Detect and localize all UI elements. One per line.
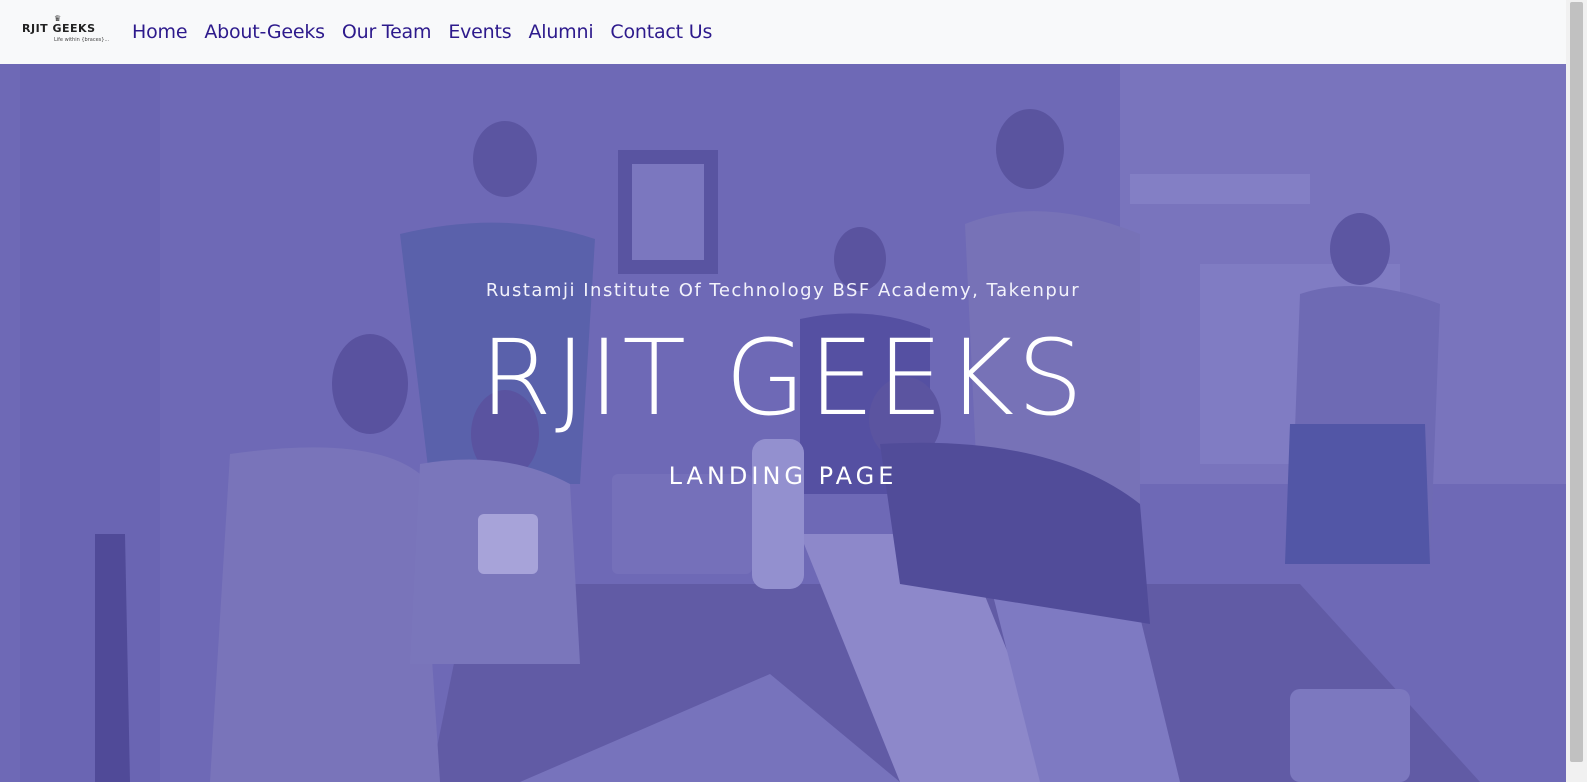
nav-link-home[interactable]: Home bbox=[132, 21, 188, 43]
nav-link-alumni[interactable]: Alumni bbox=[528, 21, 593, 43]
hero-section: Rustamji Institute Of Technology BSF Aca… bbox=[0, 64, 1566, 782]
page-scrollbar[interactable] bbox=[1566, 0, 1587, 782]
logo-tagline: Life within {braces}... bbox=[54, 37, 110, 43]
page: ♛ RJIT GEEKS Life within {braces}... Hom… bbox=[0, 0, 1587, 782]
hero-subtitle: Rustamji Institute Of Technology BSF Aca… bbox=[485, 280, 1081, 301]
nav-link-about-geeks[interactable]: About-Geeks bbox=[204, 21, 325, 43]
hero-tagline: LANDING PAGE bbox=[668, 462, 898, 490]
scrollbar-thumb[interactable] bbox=[1570, 2, 1583, 762]
logo-text: RJIT GEEKS bbox=[22, 22, 96, 35]
navbar: ♛ RJIT GEEKS Life within {braces}... Hom… bbox=[0, 0, 1566, 64]
nav-menu: Home About-Geeks Our Team Events Alumni … bbox=[132, 21, 729, 43]
nav-link-our-team[interactable]: Our Team bbox=[342, 21, 432, 43]
nav-link-contact-us[interactable]: Contact Us bbox=[610, 21, 712, 43]
site-logo[interactable]: ♛ RJIT GEEKS Life within {braces}... bbox=[20, 14, 110, 48]
nav-link-events[interactable]: Events bbox=[448, 21, 511, 43]
hero-title: RJIT GEEKS bbox=[479, 317, 1087, 439]
